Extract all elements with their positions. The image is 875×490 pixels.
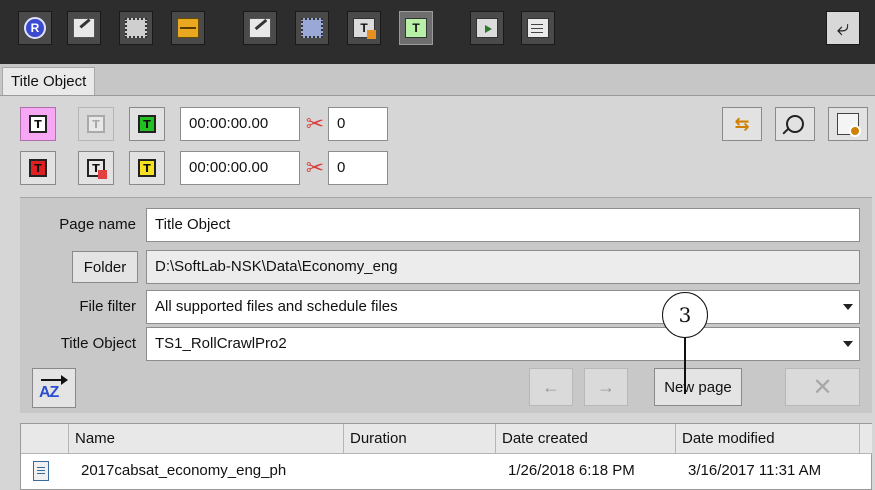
sort-az-icon: AZ <box>39 373 69 403</box>
column-header-name[interactable]: Name <box>69 424 344 454</box>
file-filter-value: All supported files and schedule files <box>155 298 398 315</box>
film-strip-button[interactable] <box>119 11 153 45</box>
close-icon: ✕ <box>812 373 833 401</box>
gear-document-icon <box>837 113 861 137</box>
r-logo-icon: R <box>24 17 46 39</box>
title-text-icon: T <box>353 18 376 39</box>
export-icon <box>476 18 498 38</box>
arrow-right-icon: → <box>597 376 615 397</box>
count-field-2[interactable]: 0 <box>328 151 388 185</box>
x-scissors-icon-2: ✂ <box>305 155 325 180</box>
document-icon <box>527 18 549 38</box>
title-text-pink-button[interactable]: T <box>20 107 56 141</box>
callout-leader-line <box>684 338 686 394</box>
sort-az-button[interactable]: AZ <box>32 368 76 408</box>
folder-path-field: D:\SoftLab-NSK\Data\Economy_eng <box>146 250 860 284</box>
callout-number: 3 <box>662 292 708 338</box>
title-object-icon: T <box>405 18 427 38</box>
page-name-label: Page name <box>59 216 136 233</box>
title-layer-icon: T <box>87 115 105 133</box>
title-layer-button: T <box>78 107 114 141</box>
new-page-button[interactable]: New page <box>654 368 742 406</box>
undo-arrow-icon: ⤶ <box>836 15 850 40</box>
row-duration <box>350 455 496 487</box>
table-header-filler <box>860 424 872 454</box>
settings-button[interactable] <box>828 107 868 141</box>
row-date-modified: 3/16/2017 11:31 AM <box>688 462 822 479</box>
column-header-duration[interactable]: Duration <box>344 424 496 454</box>
video-settings-icon <box>301 18 323 38</box>
time-field-1[interactable]: 00:00:00.00 <box>180 107 300 141</box>
main-toolbar: R T T ⤶ <box>0 0 875 64</box>
sync-button[interactable]: ⇆ <box>722 107 762 141</box>
column-header-date-created[interactable]: Date created <box>496 424 676 454</box>
export-button[interactable] <box>470 11 504 45</box>
chevron-down-icon[interactable] <box>837 291 859 323</box>
x-scissors-icon: ✂ <box>305 111 325 136</box>
folder-button[interactable]: Folder <box>72 251 138 283</box>
chevron-down-icon-2[interactable] <box>837 328 859 360</box>
page-document-icon <box>33 455 63 487</box>
title-object-dropdown[interactable]: TS1_RollCrawlPro2 <box>146 327 860 361</box>
edit-clip-icon <box>73 18 95 38</box>
prev-page-button[interactable]: ← <box>529 368 573 406</box>
title-yellow-icon: T <box>138 159 156 177</box>
title-object-value: TS1_RollCrawlPro2 <box>155 335 287 352</box>
title-green-icon: T <box>138 115 156 133</box>
title-green-button[interactable]: T <box>129 107 165 141</box>
count-field-1[interactable]: 0 <box>328 107 388 141</box>
row-name: 2017cabsat_economy_eng_ph <box>81 462 287 479</box>
search-button[interactable] <box>775 107 815 141</box>
title-red-icon: T <box>29 159 47 177</box>
title-t-icon: T <box>29 115 47 133</box>
film-strip-icon <box>125 18 147 38</box>
tab-title-object[interactable]: Title Object <box>2 67 96 95</box>
sync-arrows-icon: ⇆ <box>734 113 750 134</box>
arrow-left-icon: ← <box>542 376 560 397</box>
file-filter-label: File filter <box>79 298 136 315</box>
r-logo-button[interactable]: R <box>18 11 52 45</box>
time-field-2[interactable]: 00:00:00.00 <box>180 151 300 185</box>
edit-clip-button[interactable] <box>67 11 101 45</box>
video-settings-button[interactable] <box>295 11 329 45</box>
file-filter-dropdown[interactable]: All supported files and schedule files <box>146 290 860 324</box>
table-header-icon-col <box>21 424 69 454</box>
edit-video-button[interactable] <box>243 11 277 45</box>
pages-table: Name Duration Date created Date modified… <box>20 423 872 490</box>
title-object-label: Title Object <box>60 335 136 352</box>
document-button[interactable] <box>521 11 555 45</box>
row-date-created: 1/26/2018 6:18 PM <box>508 462 635 479</box>
title-yellow-button[interactable]: T <box>129 151 165 185</box>
tab-strip: Title Object <box>0 64 875 96</box>
edit-video-icon <box>249 18 271 38</box>
timeline-button[interactable] <box>171 11 205 45</box>
title-red-button[interactable]: T <box>20 151 56 185</box>
title-delete-button[interactable]: T <box>78 151 114 185</box>
title-object-button[interactable]: T <box>399 11 433 45</box>
title-delete-icon: T <box>87 159 107 179</box>
delete-page-button[interactable]: ✕ <box>785 368 860 406</box>
page-name-field[interactable]: Title Object <box>146 208 860 242</box>
next-page-button[interactable]: → <box>584 368 628 406</box>
column-header-date-modified[interactable]: Date modified <box>676 424 860 454</box>
undo-button[interactable]: ⤶ <box>826 11 860 45</box>
search-icon <box>782 115 804 135</box>
title-text-button[interactable]: T <box>347 11 381 45</box>
timeline-icon <box>177 18 199 38</box>
